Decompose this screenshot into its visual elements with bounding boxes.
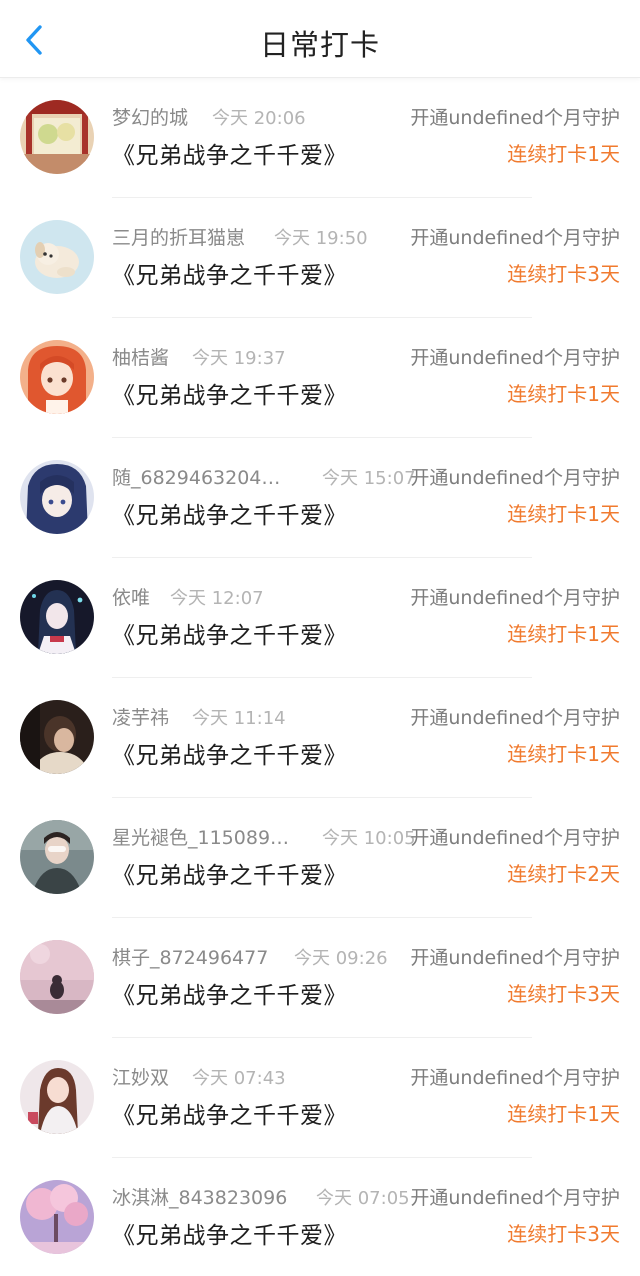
book-title[interactable]: 《兄弟战争之千千爱》: [112, 1216, 347, 1250]
checkin-time: 今天 11:14: [192, 708, 286, 729]
streak-badge: 连续打卡2天: [507, 862, 620, 886]
guard-info: 开通undefined个月守护: [410, 587, 620, 609]
photo-face-avatar-image: [20, 820, 94, 894]
list-item[interactable]: 棋子_872496477 今天 09:26 开通undefined个月守护 《兄…: [0, 918, 640, 1038]
avatar[interactable]: [20, 700, 94, 774]
guard-info: 开通undefined个月守护: [410, 467, 620, 489]
streak-badge: 连续打卡1天: [507, 622, 620, 646]
list-item[interactable]: 梦幻的城 今天 20:06 开通undefined个月守护 《兄弟战争之千千爱》…: [0, 78, 640, 198]
user-name[interactable]: 棋子_872496477: [112, 943, 268, 970]
anime-girl-dark-avatar-image: [20, 580, 94, 654]
user-name[interactable]: 依唯: [112, 583, 150, 610]
guard-info: 开通undefined个月守护: [410, 107, 620, 129]
streak-badge: 连续打卡1天: [507, 1102, 620, 1126]
checkin-page: 日常打卡 梦幻的城 今天 20:06 开通undefined个月守护 《兄弟战争…: [0, 0, 640, 1276]
photo-person-avatar-image: [20, 700, 94, 774]
user-name[interactable]: 随_6829463204…: [112, 463, 280, 490]
checkin-time: 今天 07:05: [316, 1188, 410, 1209]
guard-info: 开通undefined个月守护: [410, 347, 620, 369]
checkin-time: 今天 15:07: [322, 468, 416, 489]
list-item[interactable]: 凌芋祎 今天 11:14 开通undefined个月守护 《兄弟战争之千千爱》 …: [0, 678, 640, 798]
anime-girl-orange-avatar-image: [20, 340, 94, 414]
user-name[interactable]: 冰淇淋_843823096: [112, 1183, 287, 1210]
guard-info: 开通undefined个月守护: [410, 827, 620, 849]
book-title[interactable]: 《兄弟战争之千千爱》: [112, 856, 347, 890]
streak-badge: 连续打卡1天: [507, 142, 620, 166]
guard-info: 开通undefined个月守护: [410, 227, 620, 249]
checkin-list: 梦幻的城 今天 20:06 开通undefined个月守护 《兄弟战争之千千爱》…: [0, 78, 640, 1276]
checkin-time: 今天 10:05: [322, 828, 416, 849]
pink-sky-avatar-image: [20, 940, 94, 1014]
avatar[interactable]: [20, 580, 94, 654]
book-title[interactable]: 《兄弟战争之千千爱》: [112, 736, 347, 770]
book-title[interactable]: 《兄弟战争之千千爱》: [112, 496, 347, 530]
avatar[interactable]: [20, 1180, 94, 1254]
checkin-time: 今天 19:37: [192, 348, 286, 369]
page-title: 日常打卡: [259, 28, 380, 62]
streak-badge: 连续打卡1天: [507, 742, 620, 766]
book-title[interactable]: 《兄弟战争之千千爱》: [112, 616, 347, 650]
avatar[interactable]: [20, 940, 94, 1014]
anime-girl-blue-avatar-image: [20, 460, 94, 534]
list-item[interactable]: 依唯 今天 12:07 开通undefined个月守护 《兄弟战争之千千爱》 连…: [0, 558, 640, 678]
user-name[interactable]: 柚桔酱: [112, 343, 169, 370]
checkin-time: 今天 07:43: [192, 1068, 286, 1089]
list-item[interactable]: 冰淇淋_843823096 今天 07:05 开通undefined个月守护 《…: [0, 1158, 640, 1276]
user-name[interactable]: 江妙双: [112, 1063, 169, 1090]
streak-badge: 连续打卡3天: [507, 982, 620, 1006]
book-title[interactable]: 《兄弟战争之千千爱》: [112, 376, 347, 410]
guard-info: 开通undefined个月守护: [410, 707, 620, 729]
streak-badge: 连续打卡3天: [507, 1222, 620, 1246]
avatar[interactable]: [20, 820, 94, 894]
checkin-time: 今天 09:26: [294, 948, 388, 969]
avatar[interactable]: [20, 340, 94, 414]
photo-woman-avatar-image: [20, 1060, 94, 1134]
book-title[interactable]: 《兄弟战争之千千爱》: [112, 1096, 347, 1130]
user-name[interactable]: 梦幻的城: [112, 103, 188, 130]
cherry-tree-avatar-image: [20, 1180, 94, 1254]
puppy-avatar-image: [20, 220, 94, 294]
checkin-time: 今天 20:06: [212, 108, 306, 129]
streak-badge: 连续打卡3天: [507, 262, 620, 286]
avatar[interactable]: [20, 220, 94, 294]
user-name[interactable]: 星光褪色_115089…: [112, 823, 289, 850]
list-item[interactable]: 三月的折耳猫崽 今天 19:50 开通undefined个月守护 《兄弟战争之千…: [0, 198, 640, 318]
list-item[interactable]: 随_6829463204… 今天 15:07 开通undefined个月守护 《…: [0, 438, 640, 558]
top-nav-bar: 日常打卡: [0, 0, 640, 78]
book-title[interactable]: 《兄弟战争之千千爱》: [112, 136, 347, 170]
avatar[interactable]: [20, 460, 94, 534]
list-item[interactable]: 柚桔酱 今天 19:37 开通undefined个月守护 《兄弟战争之千千爱》 …: [0, 318, 640, 438]
checkin-time: 今天 12:07: [170, 588, 264, 609]
user-name[interactable]: 凌芋祎: [112, 703, 169, 730]
book-title[interactable]: 《兄弟战争之千千爱》: [112, 976, 347, 1010]
checkin-time: 今天 19:50: [274, 228, 368, 249]
avatar[interactable]: [20, 1060, 94, 1134]
avatar[interactable]: [20, 100, 94, 174]
list-item[interactable]: 江妙双 今天 07:43 开通undefined个月守护 《兄弟战争之千千爱》 …: [0, 1038, 640, 1158]
list-item[interactable]: 星光褪色_115089… 今天 10:05 开通undefined个月守护 《兄…: [0, 798, 640, 918]
user-name[interactable]: 三月的折耳猫崽: [112, 223, 245, 250]
guard-info: 开通undefined个月守护: [410, 1067, 620, 1089]
streak-badge: 连续打卡1天: [507, 382, 620, 406]
book-title[interactable]: 《兄弟战争之千千爱》: [112, 256, 347, 290]
guard-info: 开通undefined个月守护: [410, 947, 620, 969]
guard-info: 开通undefined个月守护: [410, 1187, 620, 1209]
house-garden-avatar-image: [20, 100, 94, 174]
streak-badge: 连续打卡1天: [507, 502, 620, 526]
